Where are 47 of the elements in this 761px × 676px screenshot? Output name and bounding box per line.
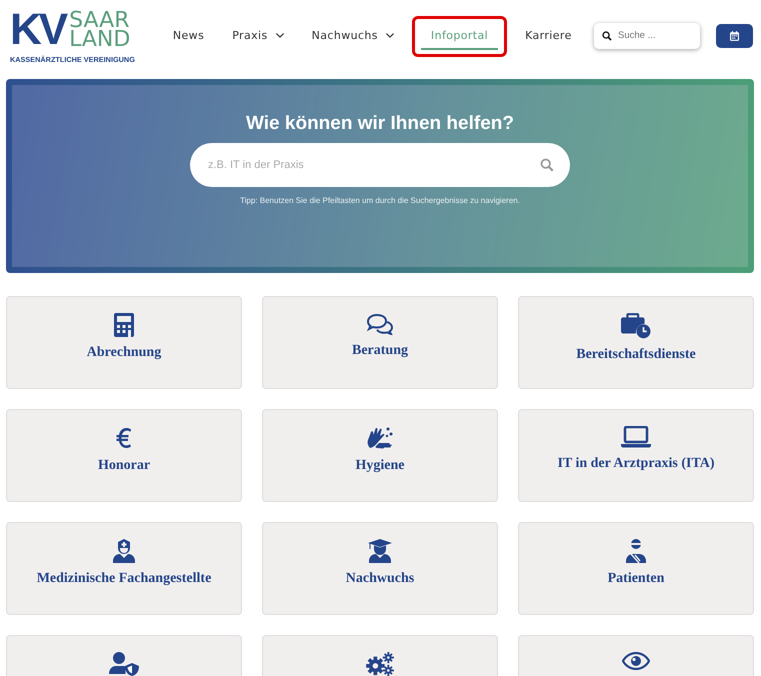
search-icon — [602, 31, 612, 41]
chat-bubbles-icon — [366, 313, 394, 335]
hero-search-box[interactable]: z.B. IT in der Praxis — [190, 143, 570, 187]
category-label: Nachwuchs — [346, 571, 414, 587]
category-label: Beratung — [352, 343, 408, 359]
euro-icon — [115, 426, 133, 450]
nav-link[interactable]: News — [162, 22, 214, 50]
category-card[interactable]: Bereitschaftsdienste — [518, 296, 754, 389]
caret-icon — [386, 32, 394, 38]
category-card[interactable]: Nachwuchs — [262, 522, 498, 615]
laptop-icon — [621, 426, 651, 448]
category-label: Hygiene — [356, 458, 404, 474]
search-tip: Tipp: Benutzen Sie die Pfeiltasten um durch die Suchergebnisse zu navigieren. — [240, 195, 520, 207]
category-label: Bereitschaftsdienste — [576, 347, 696, 363]
user-shield-icon — [109, 652, 139, 676]
category-card[interactable]: Medizinische Fachangestellte — [6, 522, 242, 615]
category-label: Honorar — [98, 458, 150, 474]
nurse-icon — [113, 539, 135, 563]
category-label: IT in der Arztpraxis (ITA) — [557, 456, 715, 472]
washing-hands-icon — [367, 426, 393, 450]
patient-icon — [625, 539, 647, 563]
calendar-icon — [730, 31, 739, 41]
caret-icon — [276, 32, 284, 38]
category-label: Patienten — [608, 571, 664, 587]
graduate-icon — [368, 539, 392, 563]
search-icon — [540, 158, 554, 172]
hero-title: Wie können wir Ihnen helfen? — [246, 113, 514, 135]
eye-icon — [622, 652, 650, 670]
briefcase-clock-icon — [621, 313, 651, 339]
nav-link[interactable]: Praxis — [222, 22, 294, 50]
category-card[interactable]: Patienten — [518, 522, 754, 615]
nav-link[interactable]: Karriere — [515, 22, 582, 50]
category-card[interactable]: Beratung — [262, 296, 498, 389]
logo-text: SAAR — [69, 10, 130, 30]
header-search-box[interactable]: Suche ... — [594, 23, 700, 49]
category-label: Medizinische Fachangestellte — [36, 571, 212, 587]
category-card[interactable]: Honorar — [6, 409, 242, 502]
category-card[interactable]: Hygiene — [262, 409, 498, 502]
category-card[interactable]: Abrechnung — [6, 296, 242, 389]
category-card[interactable]: IT in der Arztpraxis (ITA) — [518, 409, 754, 502]
nav-link[interactable]: Nachwuchs — [302, 22, 404, 50]
logo-mark: KV — [10, 8, 66, 52]
logo-text: LAND — [69, 30, 130, 50]
gears-icon — [365, 652, 395, 676]
calculator-icon — [114, 313, 134, 337]
calendar-button[interactable] — [716, 24, 753, 48]
category-label: Abrechnung — [86, 345, 162, 361]
